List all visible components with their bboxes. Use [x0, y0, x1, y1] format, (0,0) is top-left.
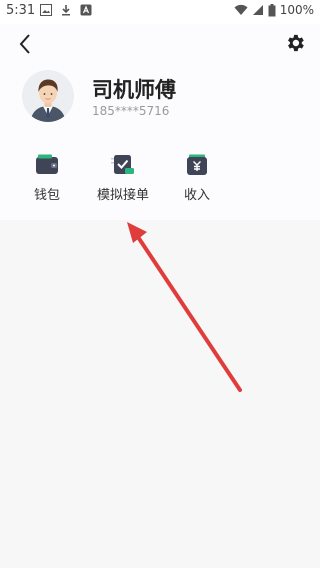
menu-item-wallet-label: 钱包 — [33, 188, 60, 203]
battery-icon — [268, 3, 276, 16]
driver-name: 司机师傅 — [92, 78, 176, 102]
quick-menu: 钱包 模拟接单 收入 — [0, 154, 320, 214]
status-time: 5:31 — [6, 3, 36, 18]
profile-header: 司机师傅 185****5716 钱包 模拟接单 收入 — [0, 24, 320, 220]
income-icon — [187, 154, 207, 175]
signal-icon — [252, 5, 263, 15]
image-notification-icon — [40, 4, 52, 16]
menu-item-simulate-order-label: 模拟接单 — [96, 188, 149, 203]
driver-phone: 185****5716 — [92, 104, 170, 118]
menu-item-income[interactable]: 收入 — [180, 154, 214, 203]
app-notification-icon — [80, 4, 92, 16]
menu-item-income-label: 收入 — [183, 188, 210, 203]
status-left-icons — [40, 4, 92, 16]
battery-percent: 100% — [279, 3, 314, 17]
wallet-icon — [36, 154, 58, 174]
simulate-order-icon — [111, 155, 134, 174]
back-arrow-icon[interactable] — [14, 32, 38, 56]
menu-item-simulate-order[interactable]: 模拟接单 — [94, 154, 152, 203]
avatar[interactable] — [22, 70, 74, 122]
status-bar: 5:31 100% — [0, 0, 320, 24]
menu-item-wallet[interactable]: 钱包 — [28, 154, 66, 203]
driver-avatar-icon — [22, 70, 74, 122]
wifi-icon — [234, 4, 248, 15]
status-right-icons: 100% — [234, 3, 314, 17]
settings-gear-icon[interactable] — [284, 32, 306, 54]
download-icon — [62, 5, 70, 16]
